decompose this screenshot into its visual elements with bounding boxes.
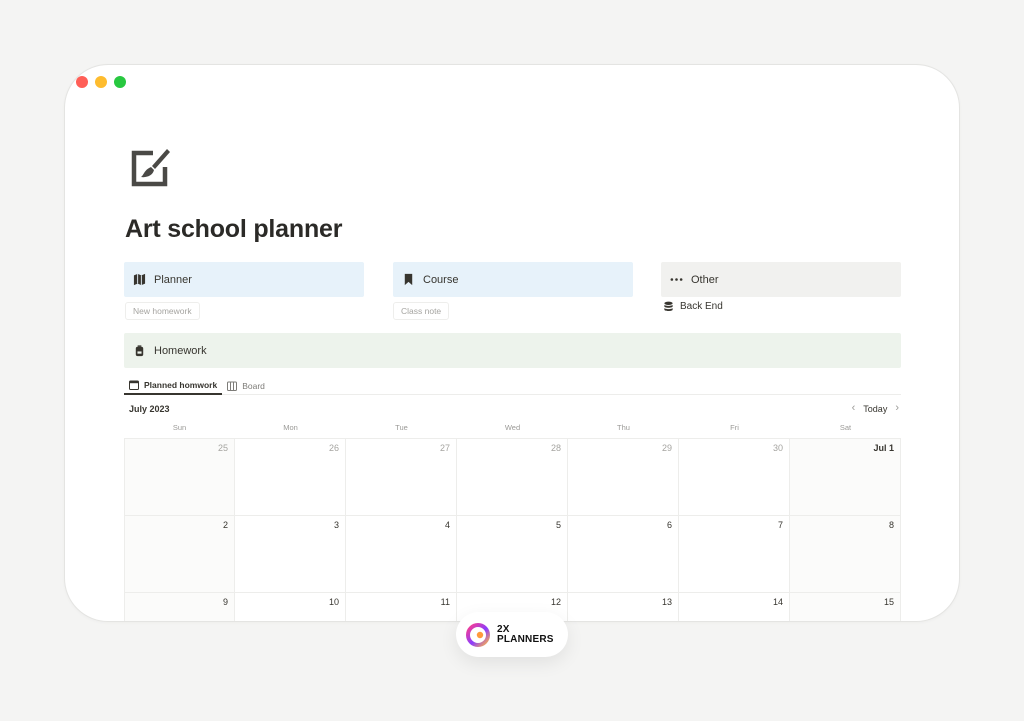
weekday-label: Sat <box>839 423 852 432</box>
map-icon <box>133 273 146 286</box>
tab-board[interactable]: Board <box>222 374 270 395</box>
database-icon <box>664 301 673 311</box>
calendar-day[interactable]: 27 <box>346 439 457 516</box>
calendar-day[interactable]: 15 <box>790 593 901 621</box>
board-icon <box>227 381 238 391</box>
planner-callout-label: Planner <box>154 273 192 286</box>
view-tabs: Planned homwork Board <box>124 374 901 395</box>
homework-callout[interactable]: Homework <box>124 333 901 368</box>
calendar-month-label: July 2023 <box>129 404 170 414</box>
weekday-label: Thu <box>617 423 630 432</box>
calendar-day[interactable]: 29 <box>568 439 679 516</box>
course-callout-label: Course <box>423 273 459 286</box>
today-button[interactable]: Today <box>863 404 887 414</box>
app-window: Art school planner Planner Course Other … <box>64 64 960 622</box>
calendar-day[interactable]: 10 <box>235 593 346 621</box>
calendar-day[interactable]: 2 <box>124 516 235 593</box>
weekday-label: Mon <box>283 423 298 432</box>
window-controls <box>76 76 126 88</box>
planner-callout[interactable]: Planner <box>124 262 364 297</box>
new-homework-button[interactable]: New homework <box>125 302 200 320</box>
page-title: Art school planner <box>125 215 343 243</box>
calendar-day[interactable]: 8 <box>790 516 901 593</box>
weekday-label: Fri <box>730 423 739 432</box>
weekday-label: Tue <box>395 423 408 432</box>
weekday-label: Wed <box>504 423 521 432</box>
calendar-grid: 25 26 27 28 29 30 Jul 1 2 3 4 5 6 7 8 9 … <box>124 438 901 621</box>
calendar-day[interactable]: 25 <box>124 439 235 516</box>
edit-brush-icon[interactable] <box>129 147 171 189</box>
calendar-day[interactable]: 9 <box>124 593 235 621</box>
tab-planned-homework[interactable]: Planned homwork <box>124 374 223 395</box>
brand-badge: 2X PLANNERS <box>456 612 568 657</box>
other-callout[interactable]: Other <box>661 262 901 297</box>
calendar-day[interactable]: 11 <box>346 593 457 621</box>
calendar-day[interactable]: 4 <box>346 516 457 593</box>
zoom-window-button[interactable] <box>114 76 126 88</box>
close-window-button[interactable] <box>76 76 88 88</box>
minimize-window-button[interactable] <box>95 76 107 88</box>
weekday-label: Sun <box>172 423 187 432</box>
calendar-icon <box>129 380 139 390</box>
calendar-day[interactable]: Jul 1 <box>790 439 901 516</box>
tab-board-label: Board <box>242 381 265 391</box>
calendar-day[interactable]: 13 <box>568 593 679 621</box>
calendar-navigation: ‹ Today › <box>852 403 899 414</box>
backpack-icon <box>135 345 144 357</box>
weekday-header: Sun Mon Tue Wed Thu Fri Sat <box>124 423 901 437</box>
back-end-link[interactable]: Back End <box>663 301 723 312</box>
calendar-day[interactable]: 6 <box>568 516 679 593</box>
bookmark-icon <box>404 273 413 286</box>
homework-callout-label: Homework <box>154 344 207 357</box>
calendar-day[interactable]: 26 <box>235 439 346 516</box>
2x-planners-logo-icon <box>466 622 490 647</box>
class-note-button[interactable]: Class note <box>393 302 450 320</box>
calendar-day[interactable]: 5 <box>457 516 568 593</box>
tab-planned-homework-label: Planned homwork <box>144 380 218 390</box>
chevron-right-icon[interactable]: › <box>895 403 899 414</box>
back-end-label: Back End <box>680 301 723 312</box>
calendar-day[interactable]: 30 <box>679 439 790 516</box>
calendar-day[interactable]: 7 <box>679 516 790 593</box>
calendar-day[interactable]: 28 <box>457 439 568 516</box>
calendar-day[interactable]: 3 <box>235 516 346 593</box>
more-horizontal-icon <box>670 278 683 281</box>
brand-line-1: 2X <box>497 623 510 635</box>
brand-line-2: PLANNERS <box>497 633 554 645</box>
course-callout[interactable]: Course <box>393 262 633 297</box>
brand-name: 2X PLANNERS <box>497 623 554 645</box>
chevron-left-icon[interactable]: ‹ <box>852 403 856 414</box>
calendar-day[interactable]: 14 <box>679 593 790 621</box>
other-callout-label: Other <box>691 273 719 286</box>
